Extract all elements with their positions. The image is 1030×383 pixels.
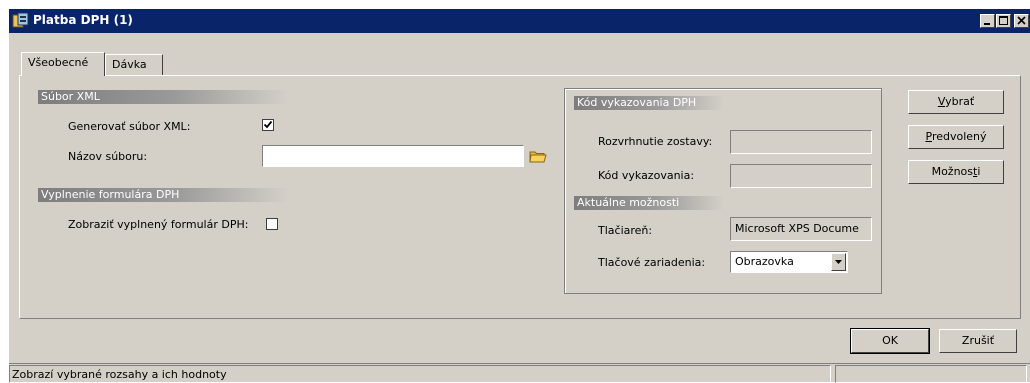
printer-input[interactable]: Microsoft XPS Docume	[730, 217, 872, 241]
tab-batch[interactable]: Dávka	[105, 54, 163, 76]
device-selected-value: Obrazovka	[735, 255, 794, 268]
group-header-options: Aktuálne možnosti	[574, 196, 724, 210]
report-code-label: Kód vykazovania:	[598, 169, 695, 182]
chevron-down-icon	[835, 260, 842, 264]
tab-general[interactable]: Všeobecné	[21, 52, 105, 76]
group-header-xml: Súbor XML	[38, 90, 288, 104]
show-form-checkbox[interactable]	[266, 218, 278, 230]
options-button[interactable]: Možnosti	[908, 160, 1004, 184]
folder-icon[interactable]	[529, 149, 547, 163]
minimize-icon	[984, 23, 990, 25]
maximize-button[interactable]	[996, 14, 1011, 28]
title-bar[interactable]: Platba DPH (1)	[9, 9, 1030, 33]
dropdown-button[interactable]	[831, 253, 846, 271]
tab-panel-general: Súbor XML Generovať súbor XML: Názov súb…	[19, 75, 1021, 319]
app-icon	[12, 12, 29, 28]
show-form-label: Zobraziť vyplnený formulár DPH:	[68, 218, 249, 231]
filename-input[interactable]	[262, 145, 524, 167]
cancel-button[interactable]: Zrušiť	[939, 329, 1017, 353]
printer-label: Tlačiareň:	[598, 224, 653, 237]
device-label: Tlačové zariadenia:	[598, 256, 706, 269]
layout-input[interactable]	[730, 130, 872, 154]
layout-label: Rozvrhnutie zostavy:	[598, 135, 713, 148]
status-pane-secondary	[835, 365, 1027, 383]
select-button[interactable]: Vybrať	[908, 90, 1004, 114]
status-text: Zobrazí vybrané rozsahy a ich hodnoty	[9, 365, 831, 383]
ok-button[interactable]: OK	[850, 328, 930, 354]
maximize-icon	[999, 16, 1008, 25]
group-header-form: Vyplnenie formulára DPH	[38, 188, 288, 202]
report-code-input[interactable]	[730, 164, 872, 188]
filename-label: Názov súboru:	[68, 150, 148, 163]
generate-xml-checkbox[interactable]	[262, 119, 274, 131]
checkmark-icon	[263, 120, 273, 129]
minimize-button[interactable]	[980, 14, 995, 28]
dialog-window: Platba DPH (1) Všeobecné Dávka Súbor XML…	[8, 8, 1030, 383]
group-header-report-code: Kód vykazovania DPH	[574, 96, 724, 110]
status-bar: Zobrazí vybrané rozsahy a ich hodnoty	[9, 363, 1030, 383]
close-button[interactable]	[1014, 14, 1029, 28]
default-button[interactable]: Predvolený	[908, 125, 1004, 149]
close-icon	[1017, 16, 1026, 25]
generate-xml-label: Generovať súbor XML:	[68, 120, 191, 133]
device-select[interactable]: Obrazovka	[730, 251, 848, 273]
window-title: Platba DPH (1)	[33, 13, 133, 27]
